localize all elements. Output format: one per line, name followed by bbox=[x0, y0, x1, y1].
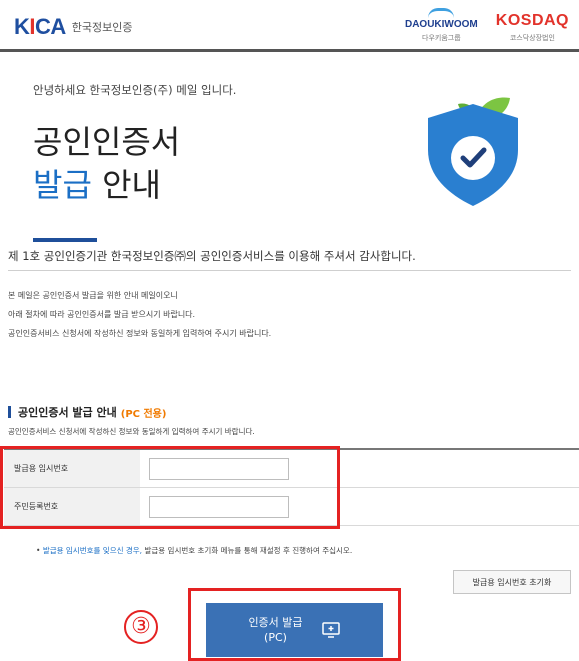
temp-number-note: • 발급용 임시번호를 잊으신 경우, 발급용 임시번호 초기화 메뉴를 통해 … bbox=[36, 546, 353, 555]
intro-body-line: 아래 절차에 따라 공인인증서를 발급 받으시기 바랍니다. bbox=[8, 310, 196, 319]
temp-number-label: 발급용 임시번호 bbox=[4, 450, 140, 487]
form-row-temp-number: 발급용 임시번호 bbox=[4, 450, 579, 488]
issue-certificate-button[interactable]: 인증서 발급 (PC) bbox=[206, 603, 383, 657]
page-title: 공인인증서 bbox=[33, 123, 181, 161]
kica-logo: KICA 한국정보인증 bbox=[14, 14, 133, 40]
kica-logo-mark: KICA bbox=[14, 14, 66, 39]
title-accent: 발급 bbox=[33, 166, 92, 204]
section-title-bar bbox=[8, 406, 11, 418]
issue-button-label: 인증서 발급 bbox=[248, 616, 303, 629]
kosdaq-logo: KOSDAQ 코스닥상장법인 bbox=[495, 12, 569, 42]
page-subtitle: 발급 안내 bbox=[33, 160, 161, 206]
title-rest: 안내 bbox=[91, 166, 161, 204]
section-title: 공인인증서 발급 안내 (PC 전용) bbox=[8, 404, 166, 420]
acknowledgement-text: 제 1호 공인인증기관 한국정보인증㈜의 공인인증서비스를 이용해 주셔서 감사… bbox=[8, 248, 571, 271]
title-underline bbox=[33, 238, 97, 242]
intro-body: 본 메일은 공인인증서 발급을 위한 안내 메일이오니 아래 절차에 따라 공인… bbox=[8, 286, 271, 343]
temp-number-input[interactable] bbox=[149, 457, 289, 480]
kica-logo-subtitle: 한국정보인증 bbox=[71, 21, 133, 34]
form-row-resident-number: 주민등록번호 bbox=[4, 488, 579, 526]
monitor-plus-icon bbox=[321, 622, 340, 638]
reset-temp-number-button[interactable]: 발급용 임시번호 초기화 bbox=[453, 570, 571, 594]
header: KICA 한국정보인증 DAOUKIWOOM 다우키움그룹 KOSDAQ 코스닥… bbox=[0, 0, 579, 52]
resident-number-label: 주민등록번호 bbox=[4, 488, 140, 525]
partner-logos: DAOUKIWOOM 다우키움그룹 KOSDAQ 코스닥상장법인 bbox=[405, 8, 569, 43]
resident-number-input[interactable] bbox=[149, 495, 289, 518]
intro-body-line: 본 메일은 공인인증서 발급을 위한 안내 메일이오니 bbox=[8, 291, 178, 300]
greeting-text: 안녕하세요 한국정보인증(주) 메일 입니다. bbox=[33, 83, 237, 97]
daoukiwoom-logo: DAOUKIWOOM 다우키움그룹 bbox=[405, 8, 478, 43]
forgot-temp-number-link[interactable]: 발급용 임시번호를 잊으신 경우, bbox=[43, 546, 142, 555]
pc-only-tag: (PC 전용) bbox=[120, 408, 167, 420]
shield-check-icon bbox=[418, 80, 528, 210]
issue-form: 발급용 임시번호 주민등록번호 bbox=[4, 448, 579, 526]
daou-wing-icon bbox=[428, 8, 455, 18]
step-number-badge: ③ bbox=[124, 610, 158, 644]
intro-body-line: 공인인증서비스 신청서에 작성하신 정보와 동일하게 입력하여 주시기 바랍니다… bbox=[8, 329, 272, 338]
issue-button-sublabel: (PC) bbox=[264, 631, 287, 644]
section-description: 공인인증서비스 신청서에 작성하신 정보와 동일하게 입력하여 주시기 바랍니다… bbox=[8, 427, 255, 436]
